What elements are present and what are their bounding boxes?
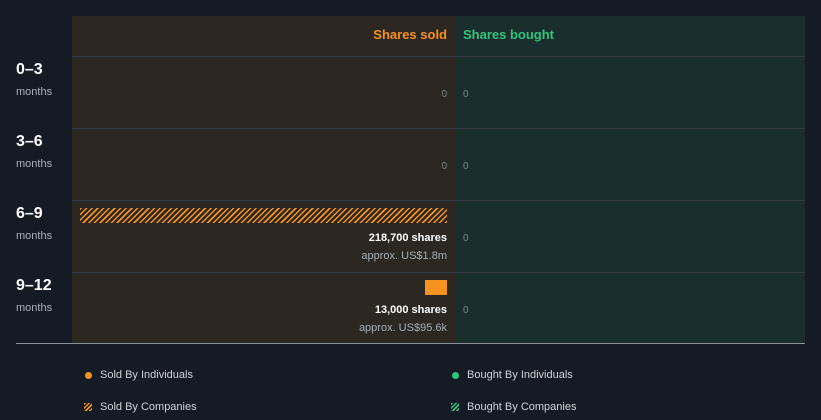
- sold-by-companies-legend-icon: [84, 403, 92, 411]
- sold-by-individuals-legend-icon: [85, 372, 92, 379]
- row-label-0-3: 0–3: [16, 61, 43, 78]
- bought-by-individuals-legend-icon: [452, 372, 459, 379]
- insider-trading-chart: Shares sold Shares bought 0–3 months 0 0…: [0, 0, 821, 345]
- row-unit-0-3: months: [16, 86, 53, 98]
- sold-value-3-6: 0: [441, 161, 447, 172]
- row-unit-9-12: months: [16, 302, 53, 314]
- legend-sold-by-companies: Sold By Companies: [100, 401, 197, 413]
- legend-sold-by-individuals: Sold By Individuals: [100, 369, 193, 381]
- sold-approx-label-6-9: approx. US$1.8m: [361, 250, 447, 262]
- row-divider: [72, 272, 805, 273]
- row-label-6-9: 6–9: [16, 205, 43, 222]
- shares-bought-header: Shares bought: [463, 27, 555, 42]
- shares-sold-panel: [72, 16, 455, 343]
- row-divider: [72, 128, 805, 129]
- bought-value-9-12: 0: [463, 305, 469, 316]
- sold-by-companies-bar-6-9: [80, 208, 447, 223]
- bought-by-companies-legend-icon: [451, 403, 459, 411]
- row-divider: [72, 200, 805, 201]
- sold-value-0-3: 0: [441, 89, 447, 100]
- legend-bought-by-companies: Bought By Companies: [467, 401, 577, 413]
- row-unit-6-9: months: [16, 230, 53, 242]
- row-divider: [72, 56, 805, 57]
- row-label-3-6: 3–6: [16, 133, 43, 150]
- sold-shares-label-9-12: 13,000 shares: [374, 304, 447, 316]
- legend-bought-by-individuals: Bought By Individuals: [467, 369, 573, 381]
- bought-value-0-3: 0: [463, 89, 469, 100]
- bought-value-6-9: 0: [463, 233, 469, 244]
- bought-value-3-6: 0: [463, 161, 469, 172]
- sold-shares-label-6-9: 218,700 shares: [368, 232, 447, 244]
- shares-sold-header: Shares sold: [373, 27, 447, 42]
- sold-by-individuals-bar-9-12: [425, 280, 447, 295]
- row-label-9-12: 9–12: [16, 277, 52, 294]
- shares-bought-panel: [455, 16, 805, 343]
- sold-approx-label-9-12: approx. US$95.6k: [358, 322, 447, 334]
- baseline-axis: [16, 343, 805, 344]
- row-unit-3-6: months: [16, 158, 53, 170]
